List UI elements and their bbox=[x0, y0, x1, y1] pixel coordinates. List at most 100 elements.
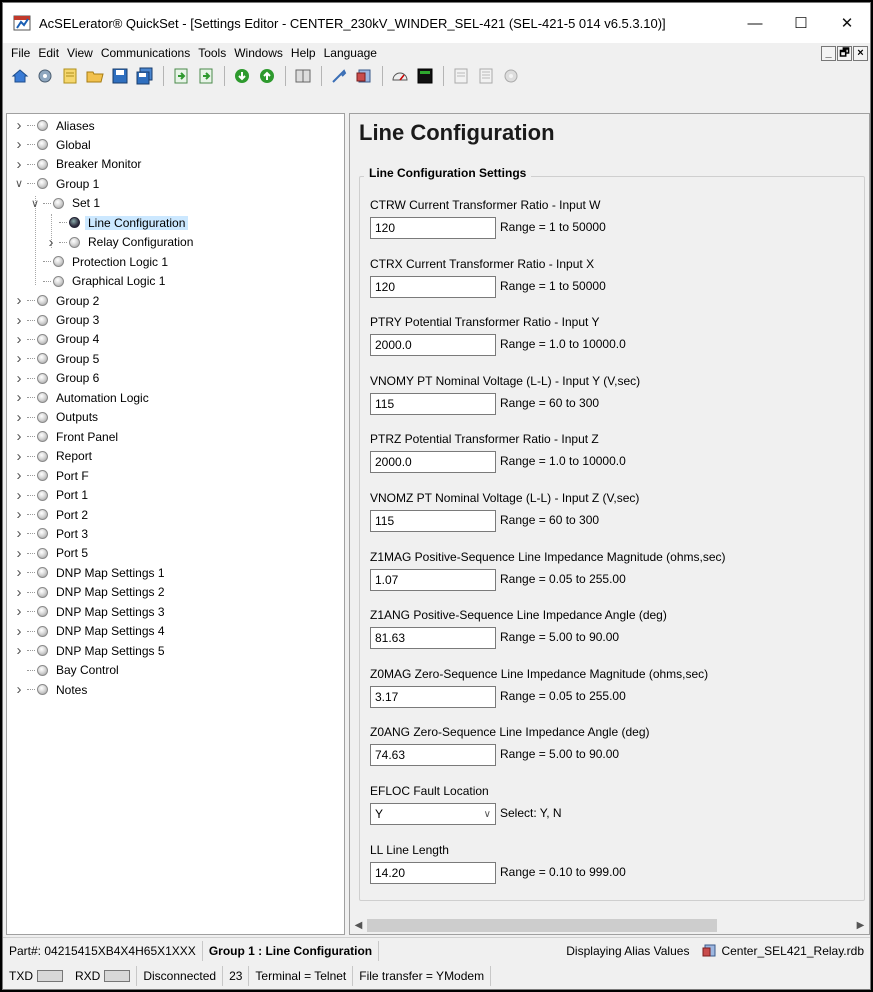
tree-item[interactable]: › Group 2 bbox=[13, 291, 102, 310]
menu-windows[interactable]: Windows bbox=[230, 46, 287, 60]
menu-view[interactable]: View bbox=[63, 46, 97, 60]
tree-item[interactable]: › Port 2 bbox=[13, 505, 91, 524]
tree-item[interactable]: Line Configuration bbox=[45, 213, 189, 232]
setting-input[interactable] bbox=[370, 568, 496, 591]
tree-item[interactable]: › Port F bbox=[13, 466, 92, 485]
expand-chevron-icon[interactable]: › bbox=[13, 350, 25, 367]
tree-item[interactable]: › Notes bbox=[13, 680, 90, 699]
tree-item[interactable]: › DNP Map Settings 2 bbox=[13, 583, 168, 602]
menu-communications[interactable]: Communications bbox=[97, 46, 194, 60]
expand-chevron-icon[interactable]: › bbox=[13, 564, 25, 581]
setting-input[interactable] bbox=[370, 744, 496, 767]
tree-item[interactable]: › Group 6 bbox=[13, 369, 102, 388]
send-icon[interactable] bbox=[256, 65, 278, 87]
collapse-chevron-icon[interactable]: ∨ bbox=[29, 197, 41, 210]
save-all-icon[interactable] bbox=[134, 65, 156, 87]
expand-chevron-icon[interactable]: › bbox=[13, 156, 25, 173]
tree-item[interactable]: › Automation Logic bbox=[13, 388, 152, 407]
expand-chevron-icon[interactable]: › bbox=[13, 584, 25, 601]
mdi-restore-button[interactable]: 🗗 bbox=[837, 45, 852, 61]
expand-chevron-icon[interactable]: › bbox=[13, 292, 25, 309]
report-icon[interactable] bbox=[450, 65, 472, 87]
horizontal-scrollbar[interactable]: ◀ ▶ bbox=[350, 917, 869, 934]
setting-input[interactable] bbox=[370, 392, 496, 415]
expand-chevron-icon[interactable]: › bbox=[13, 642, 25, 659]
menu-language[interactable]: Language bbox=[320, 46, 381, 60]
tree-item[interactable]: › DNP Map Settings 1 bbox=[13, 563, 168, 582]
mdi-minimize-button[interactable]: _ bbox=[821, 45, 836, 61]
tree-item[interactable]: › Group 4 bbox=[13, 330, 102, 349]
terminal-icon[interactable] bbox=[414, 65, 436, 87]
tree-item[interactable]: › Report bbox=[13, 447, 95, 466]
tree-item[interactable]: › DNP Map Settings 5 bbox=[13, 641, 168, 660]
tree-item[interactable]: › Front Panel bbox=[13, 427, 121, 446]
scroll-right-icon[interactable]: ▶ bbox=[852, 920, 869, 931]
scroll-thumb[interactable] bbox=[367, 919, 717, 932]
expand-chevron-icon[interactable]: › bbox=[13, 389, 25, 406]
menu-help[interactable]: Help bbox=[287, 46, 320, 60]
expand-chevron-icon[interactable]: › bbox=[13, 681, 25, 698]
tree-item[interactable]: Graphical Logic 1 bbox=[29, 272, 168, 291]
close-button[interactable]: ✕ bbox=[824, 3, 870, 43]
setting-input[interactable] bbox=[370, 334, 496, 357]
collapse-chevron-icon[interactable]: ∨ bbox=[13, 177, 25, 190]
settings-gear-icon[interactable] bbox=[34, 65, 56, 87]
tree-item[interactable]: › Port 5 bbox=[13, 544, 91, 563]
expand-chevron-icon[interactable]: › bbox=[13, 448, 25, 465]
expand-chevron-icon[interactable]: › bbox=[13, 370, 25, 387]
setting-input[interactable] bbox=[370, 510, 496, 532]
import-icon[interactable] bbox=[170, 65, 192, 87]
menu-file[interactable]: File bbox=[7, 46, 34, 60]
menu-tools[interactable]: Tools bbox=[194, 46, 230, 60]
expand-chevron-icon[interactable]: › bbox=[13, 467, 25, 484]
list-icon[interactable] bbox=[475, 65, 497, 87]
expand-chevron-icon[interactable]: › bbox=[13, 623, 25, 640]
tree-item[interactable]: › Outputs bbox=[13, 408, 101, 427]
home-icon[interactable] bbox=[9, 65, 31, 87]
expand-chevron-icon[interactable]: › bbox=[13, 525, 25, 542]
setting-input[interactable] bbox=[370, 627, 496, 650]
tree-item[interactable]: › DNP Map Settings 3 bbox=[13, 602, 168, 621]
setting-input[interactable] bbox=[370, 861, 496, 884]
tree-item[interactable]: ∨ Group 1 bbox=[13, 174, 102, 193]
expand-chevron-icon[interactable]: › bbox=[13, 117, 25, 134]
setting-input[interactable] bbox=[370, 451, 496, 474]
new-document-icon[interactable] bbox=[59, 65, 81, 87]
expand-chevron-icon[interactable]: › bbox=[13, 545, 25, 562]
tree-item[interactable]: Bay Control bbox=[13, 661, 122, 680]
expand-chevron-icon[interactable]: › bbox=[13, 506, 25, 523]
tree-item[interactable]: › Breaker Monitor bbox=[13, 155, 144, 174]
maximize-button[interactable]: ☐ bbox=[778, 3, 824, 43]
database-icon[interactable] bbox=[353, 65, 375, 87]
tree-item[interactable]: › Group 3 bbox=[13, 311, 102, 330]
expand-chevron-icon[interactable]: › bbox=[13, 603, 25, 620]
tree-item[interactable]: › Aliases bbox=[13, 116, 98, 135]
save-icon[interactable] bbox=[109, 65, 131, 87]
tree-item[interactable]: › Port 1 bbox=[13, 486, 91, 505]
tree-item[interactable]: › Port 3 bbox=[13, 524, 91, 543]
expand-chevron-icon[interactable]: › bbox=[13, 331, 25, 348]
open-folder-icon[interactable] bbox=[84, 65, 106, 87]
scroll-left-icon[interactable]: ◀ bbox=[350, 920, 367, 931]
export-icon[interactable] bbox=[195, 65, 217, 87]
expand-chevron-icon[interactable]: › bbox=[45, 234, 57, 251]
expand-chevron-icon[interactable]: › bbox=[13, 312, 25, 329]
expand-chevron-icon[interactable]: › bbox=[13, 487, 25, 504]
tree-item[interactable]: › Relay Configuration bbox=[45, 233, 196, 252]
expand-chevron-icon[interactable]: › bbox=[13, 428, 25, 445]
tree-item[interactable]: Protection Logic 1 bbox=[29, 252, 171, 271]
chevron-down-icon[interactable]: ∨ bbox=[484, 809, 491, 820]
expand-chevron-icon[interactable]: › bbox=[13, 136, 25, 153]
minimize-button[interactable]: — bbox=[732, 3, 778, 43]
meter-icon[interactable] bbox=[389, 65, 411, 87]
setting-input[interactable] bbox=[370, 217, 496, 239]
tree-item[interactable]: › Global bbox=[13, 135, 94, 154]
menu-edit[interactable]: Edit bbox=[34, 46, 63, 60]
tree-item[interactable]: › Group 5 bbox=[13, 349, 102, 368]
compare-icon[interactable] bbox=[292, 65, 314, 87]
setting-input[interactable] bbox=[370, 275, 496, 298]
tools-icon[interactable] bbox=[328, 65, 350, 87]
tree-item[interactable]: › DNP Map Settings 4 bbox=[13, 622, 168, 641]
mdi-close-button[interactable]: × bbox=[853, 45, 868, 61]
setting-input[interactable] bbox=[370, 685, 496, 708]
